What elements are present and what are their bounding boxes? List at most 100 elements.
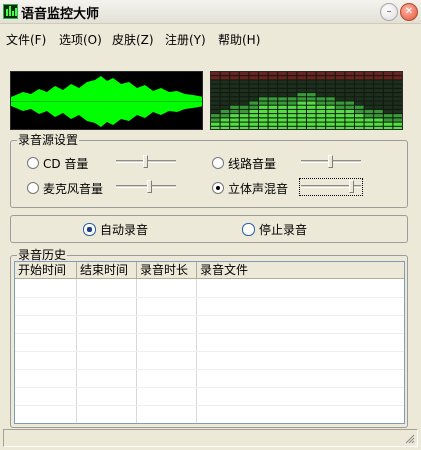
- label-stop-record[interactable]: 停止录音: [259, 221, 307, 238]
- radio-cd-volume[interactable]: [27, 157, 39, 169]
- spectrum-cell: [259, 93, 268, 97]
- spectrum-cell: [316, 122, 326, 126]
- slider-cd-volume[interactable]: [116, 155, 176, 169]
- spectrum-cell: [259, 97, 268, 101]
- spectrum-cell: [249, 97, 258, 101]
- spectrum-cell: [364, 126, 374, 129]
- spectrum-cell: [230, 122, 239, 126]
- spectrum-cell: [316, 97, 326, 101]
- spectrum-cell: [268, 118, 278, 122]
- spectrum-cell: [307, 122, 316, 126]
- spectrum-cell: [326, 72, 335, 76]
- spectrum-cell: [278, 126, 287, 129]
- spectrum-cell: [287, 122, 297, 126]
- history-table[interactable]: 开始时间 结束时间 录音时长 录音文件: [14, 261, 405, 424]
- spectrum-cell: [278, 76, 287, 80]
- spectrum-cell: [316, 105, 326, 109]
- spectrum-cell: [220, 93, 230, 97]
- menu-help[interactable]: 帮助(H): [218, 31, 260, 48]
- spectrum-cell: [259, 118, 268, 122]
- spectrum-cell: [297, 126, 306, 129]
- spectrum-cell: [259, 109, 268, 114]
- slider-mic-volume[interactable]: [116, 180, 176, 194]
- col-end-time[interactable]: 结束时间: [77, 262, 137, 279]
- spectrum-cell: [278, 93, 287, 97]
- spectrum-cell: [307, 101, 316, 105]
- spectrum-cell: [345, 84, 354, 88]
- spectrum-cell: [374, 101, 383, 105]
- label-mic-volume: 麦克风音量: [43, 182, 104, 196]
- spectrum-cell: [335, 126, 345, 129]
- app-window: 语音监控大师 – ✕ 文件(F) 选项(O) 皮肤(Z) 注册(Y) 帮助(H)…: [0, 0, 421, 450]
- spectrum-cell: [316, 109, 326, 114]
- table-gridline: [15, 387, 404, 388]
- close-button[interactable]: ✕: [400, 3, 418, 21]
- spectrum-cell: [259, 88, 268, 93]
- col-duration[interactable]: 录音时长: [137, 262, 197, 279]
- spectrum-cell: [307, 84, 316, 88]
- resize-grip-icon[interactable]: [403, 432, 415, 444]
- spectrum-cell: [211, 80, 220, 84]
- spectrum-cell: [374, 109, 383, 114]
- spectrum-cell: [335, 118, 345, 122]
- menu-file[interactable]: 文件(F): [6, 31, 46, 48]
- radio-auto-record[interactable]: [83, 223, 96, 236]
- spectrum-cell: [355, 118, 364, 122]
- slider-line-volume[interactable]: [301, 155, 361, 169]
- spectrum-cell: [326, 122, 335, 126]
- spectrum-cell: [239, 114, 249, 118]
- slider-thumb[interactable]: [328, 155, 333, 168]
- spectrum-cell: [335, 114, 345, 118]
- spectrum-cell: [345, 97, 354, 101]
- minimize-button[interactable]: –: [380, 3, 398, 21]
- spectrum-cell: [268, 114, 278, 118]
- spectrum-cell: [259, 84, 268, 88]
- menu-bar: 文件(F) 选项(O) 皮肤(Z) 注册(Y) 帮助(H): [0, 27, 421, 49]
- spectrum-cell: [297, 93, 306, 97]
- spectrum-cell: [383, 97, 393, 101]
- col-start-time[interactable]: 开始时间: [15, 262, 77, 279]
- radio-line-volume[interactable]: [212, 157, 224, 169]
- spectrum-cell: [345, 118, 354, 122]
- spectrum-cell: [249, 126, 258, 129]
- spectrum-cell: [268, 105, 278, 109]
- col-file[interactable]: 录音文件: [197, 262, 404, 279]
- table-gridline: [15, 297, 404, 298]
- spectrum-cell: [335, 122, 345, 126]
- spectrum-cell: [307, 72, 316, 76]
- spectrum-cell: [335, 84, 345, 88]
- waveform-display: [10, 71, 203, 130]
- spectrum-cell: [383, 105, 393, 109]
- spectrum-cell: [364, 114, 374, 118]
- slider-thumb[interactable]: [143, 155, 148, 168]
- spectrum-cell: [297, 72, 306, 76]
- spectrum-cell: [307, 114, 316, 118]
- slider-stereo-mix[interactable]: [299, 178, 363, 196]
- recording-source-group: [10, 140, 408, 208]
- menu-skin[interactable]: 皮肤(Z): [112, 31, 154, 48]
- radio-stop-record[interactable]: [242, 223, 255, 236]
- spectrum-cell: [220, 118, 230, 122]
- radio-mic-volume[interactable]: [27, 182, 39, 194]
- spectrum-cell: [239, 122, 249, 126]
- spectrum-cell: [335, 93, 345, 97]
- spectrum-cell: [287, 126, 297, 129]
- spectrum-cell: [278, 105, 287, 109]
- menu-register[interactable]: 注册(Y): [165, 31, 206, 48]
- slider-thumb[interactable]: [349, 180, 354, 193]
- spectrum-cell: [393, 80, 402, 84]
- spectrum-cell: [268, 97, 278, 101]
- spectrum-cell: [316, 93, 326, 97]
- spectrum-cell: [230, 101, 239, 105]
- spectrum-cell: [307, 105, 316, 109]
- spectrum-cell: [345, 88, 354, 93]
- label-auto-record[interactable]: 自动录音: [100, 221, 148, 238]
- spectrum-cell: [345, 109, 354, 114]
- spectrum-cell: [278, 101, 287, 105]
- radio-stereo-mix[interactable]: [212, 182, 224, 194]
- menu-options[interactable]: 选项(O): [59, 31, 102, 48]
- spectrum-cell: [220, 126, 230, 129]
- title-bar[interactable]: 语音监控大师 – ✕: [0, 0, 421, 24]
- slider-thumb[interactable]: [147, 180, 152, 193]
- spectrum-cell: [326, 126, 335, 129]
